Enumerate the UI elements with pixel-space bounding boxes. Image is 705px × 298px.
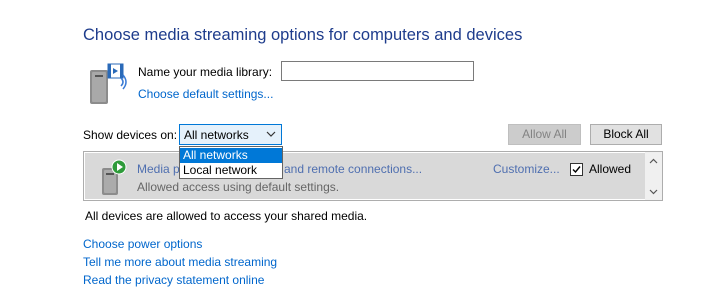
show-devices-select[interactable]: All networks [179, 124, 282, 145]
power-options-link[interactable]: Choose power options [83, 237, 202, 251]
library-name-label: Name your media library: [138, 65, 273, 79]
scroll-up-icon[interactable] [649, 157, 658, 166]
device-list-scrollbar[interactable] [645, 152, 662, 200]
device-title-end[interactable]: and remote connections... [284, 162, 422, 176]
learn-more-link[interactable]: Tell me more about media streaming [83, 255, 277, 269]
dropdown-option-local-network[interactable]: Local network [180, 163, 282, 178]
show-devices-label: Show devices on: [83, 128, 178, 142]
allowed-label: Allowed [589, 162, 632, 176]
allow-all-button[interactable]: Allow All [508, 124, 581, 145]
show-devices-dropdown: All networks Local network [179, 146, 283, 179]
select-value: All networks [184, 128, 249, 142]
device-row[interactable]: Media p and remote connections... Allowe… [85, 153, 645, 199]
device-title-start[interactable]: Media p [137, 162, 180, 176]
block-all-button[interactable]: Block All [590, 124, 662, 145]
page-title: Choose media streaming options for compu… [83, 26, 523, 44]
device-subtitle: Allowed access using default settings. [137, 180, 340, 194]
status-text: All devices are allowed to access your s… [85, 209, 368, 223]
library-name-input[interactable] [281, 61, 474, 81]
checkmark-icon [572, 166, 581, 174]
scroll-down-icon[interactable] [649, 187, 658, 196]
allowed-checkbox[interactable] [570, 163, 583, 176]
media-server-icon [102, 159, 127, 195]
chevron-down-icon [266, 131, 276, 137]
customize-link[interactable]: Customize... [493, 162, 560, 176]
privacy-statement-link[interactable]: Read the privacy statement online [83, 273, 264, 287]
dropdown-option-all-networks[interactable]: All networks [180, 148, 282, 163]
default-settings-link[interactable]: Choose default settings... [138, 87, 273, 101]
media-library-icon [90, 63, 127, 104]
device-list: Media p and remote connections... Allowe… [83, 151, 663, 201]
